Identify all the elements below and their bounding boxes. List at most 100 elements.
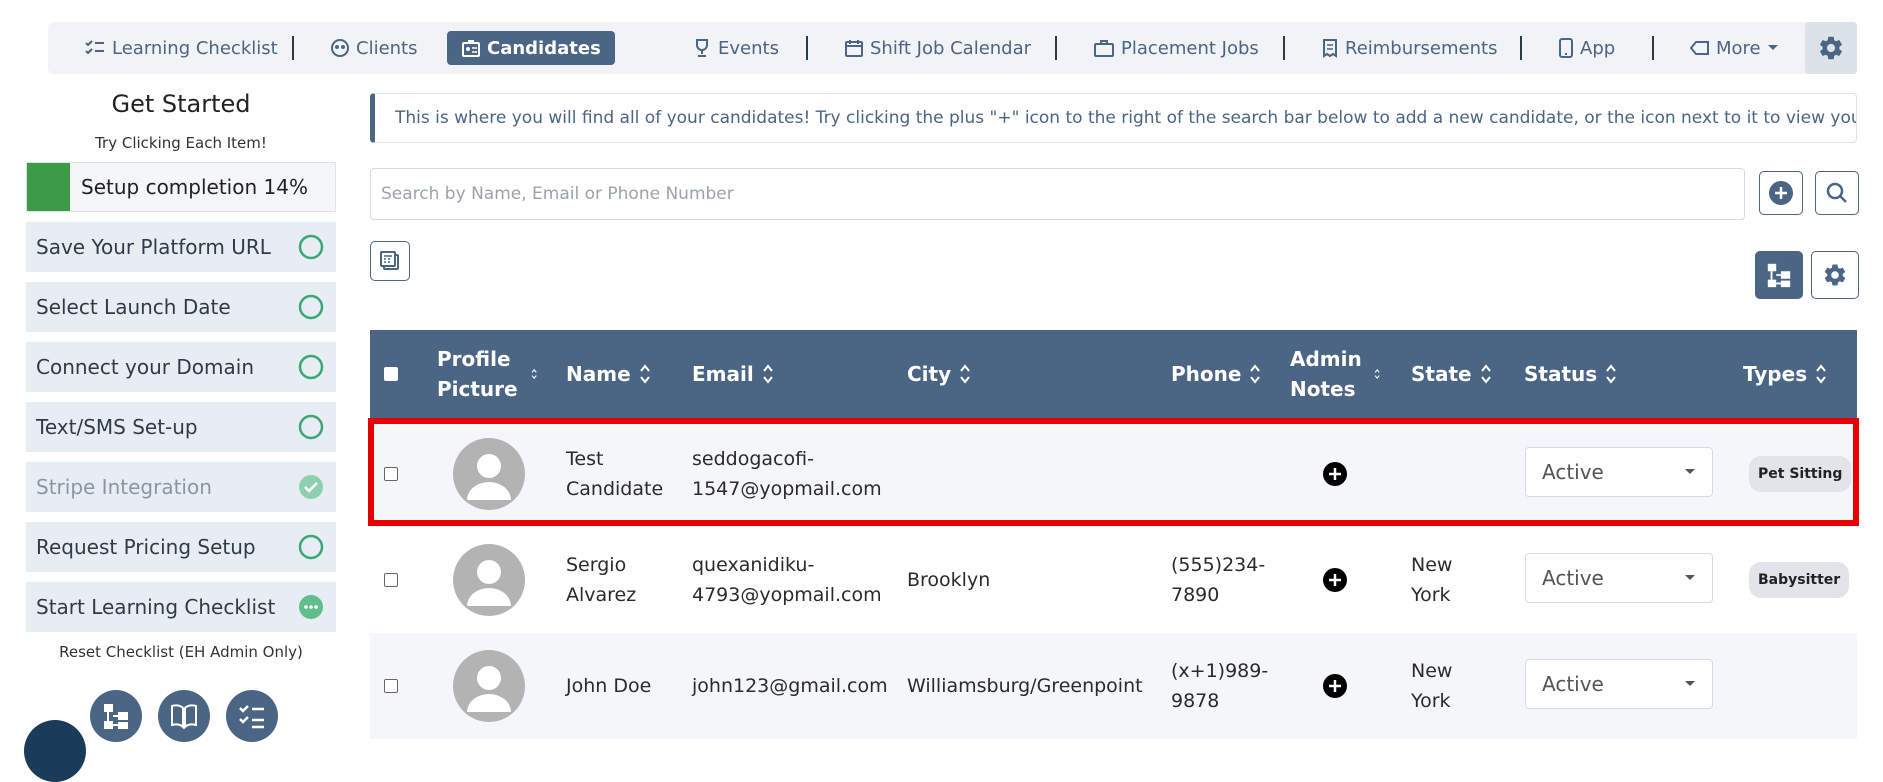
info-banner: This is where you will find all of your … <box>370 93 1857 143</box>
nav-divider <box>1055 36 1057 60</box>
status-select[interactable]: Active <box>1525 659 1713 709</box>
nav-label: Reimbursements <box>1345 37 1498 59</box>
row-checkbox[interactable] <box>384 573 398 587</box>
nav-label: Shift Job Calendar <box>870 37 1032 59</box>
candidate-name[interactable]: John Doe <box>566 671 651 701</box>
export-button[interactable] <box>370 241 410 281</box>
header-email[interactable]: Email <box>692 330 774 418</box>
row-checkbox[interactable] <box>384 679 398 693</box>
candidate-state: New York <box>1411 660 1453 712</box>
candidate-city: Brooklyn <box>907 569 991 591</box>
sidebar-subtitle: Try Clicking Each Item! <box>95 134 267 152</box>
checklist-item-launch-date[interactable]: Select Launch Date <box>26 282 336 332</box>
user-placeholder-icon <box>467 666 511 712</box>
sitemap-button[interactable] <box>90 690 142 742</box>
header-city[interactable]: City <box>907 330 971 418</box>
sort-icon <box>960 364 970 384</box>
header-profile-picture[interactable]: Profile Picture <box>437 330 537 418</box>
nav-label: Candidates <box>487 37 601 59</box>
table-row[interactable]: Test Candidate seddogacofi-1547@yopmail.… <box>370 421 1857 527</box>
gear-icon <box>1820 36 1842 60</box>
checklist-item-stripe[interactable]: Stripe Integration <box>26 462 336 512</box>
gear-icon <box>1824 264 1846 286</box>
calculator-icon <box>380 251 399 270</box>
select-all-checkbox-cell[interactable] <box>384 330 398 418</box>
chevron-down-icon <box>1767 45 1778 50</box>
candidate-email: quexanidiku-4793@yopmail.com <box>692 554 882 606</box>
add-note-button[interactable] <box>1322 527 1348 633</box>
mobile-icon <box>1559 38 1573 58</box>
nav-label: Learning Checklist <box>112 37 278 59</box>
candidate-name[interactable]: Test Candidate <box>566 444 676 504</box>
settings-button[interactable] <box>1805 22 1857 74</box>
checklist-item-label: Select Launch Date <box>36 295 231 319</box>
table-row[interactable]: Sergio Alvarez quexanidiku-4793@yopmail.… <box>370 527 1857 633</box>
nav-shift-job-calendar[interactable]: Shift Job Calendar <box>844 22 1031 74</box>
nav-candidates[interactable]: Candidates <box>447 31 615 65</box>
sidebar-title: Get Started <box>111 90 251 118</box>
setup-progress-bar: Setup completion 14% <box>26 162 336 212</box>
nav-label: App <box>1580 37 1616 59</box>
nav-label: Placement Jobs <box>1121 37 1259 59</box>
header-label: Types <box>1743 362 1808 386</box>
header-label: City <box>907 362 952 386</box>
type-badge: Babysitter <box>1749 562 1850 598</box>
checklist-item-sms-setup[interactable]: Text/SMS Set-up <box>26 402 336 452</box>
checklist-item-platform-url[interactable]: Save Your Platform URL <box>26 222 336 272</box>
header-admin-notes[interactable]: Admin Notes <box>1290 330 1380 418</box>
status-select[interactable]: Active <box>1525 447 1713 497</box>
caret-down-icon <box>1685 575 1695 580</box>
status-value: Active <box>1542 460 1604 484</box>
type-badge: Pet Sitting <box>1749 456 1852 492</box>
table-row[interactable]: John Doe john123@gmail.com Williamsburg/… <box>370 633 1857 739</box>
search-icon <box>1826 182 1847 203</box>
sitemap-icon <box>104 704 128 729</box>
nav-divider <box>1283 36 1285 60</box>
top-navbar: Learning Checklist Clients Candidates Ev… <box>48 22 1853 74</box>
user-placeholder-icon <box>467 560 511 606</box>
sort-icon <box>1374 368 1380 380</box>
candidate-search-input[interactable] <box>370 168 1745 220</box>
add-note-button[interactable] <box>1322 633 1348 739</box>
sort-icon <box>1816 364 1826 384</box>
nav-reimbursements[interactable]: Reimbursements <box>1321 22 1497 74</box>
guide-button[interactable] <box>158 690 210 742</box>
nav-more[interactable]: More <box>1690 22 1779 74</box>
checklist-item-pricing-setup[interactable]: Request Pricing Setup <box>26 522 336 572</box>
header-types[interactable]: Types <box>1743 330 1827 418</box>
header-state[interactable]: State <box>1411 330 1492 418</box>
sort-icon <box>1606 364 1616 384</box>
header-status[interactable]: Status <box>1524 330 1617 418</box>
header-phone[interactable]: Phone <box>1171 330 1261 418</box>
candidate-name[interactable]: Sergio Alvarez <box>566 550 676 610</box>
checklist-item-label: Stripe Integration <box>36 475 212 499</box>
table-settings-button[interactable] <box>1811 251 1859 299</box>
search-button[interactable] <box>1815 171 1859 215</box>
checklist-item-connect-domain[interactable]: Connect your Domain <box>26 342 336 392</box>
calendar-icon <box>845 40 863 57</box>
empty-circle-icon <box>298 354 324 380</box>
nav-learning-checklist[interactable]: Learning Checklist <box>84 22 278 74</box>
plus-circle-icon <box>1323 674 1347 698</box>
header-label: Status <box>1524 362 1598 386</box>
select-all-checkbox[interactable] <box>384 367 398 381</box>
checklist-icon <box>239 705 264 729</box>
reset-checklist-link[interactable]: Reset Checklist (EH Admin Only) <box>26 643 336 661</box>
nav-app[interactable]: App <box>1558 22 1615 74</box>
nav-clients[interactable]: Clients <box>330 22 418 74</box>
header-name[interactable]: Name <box>566 330 651 418</box>
progress-label: Setup completion 14% <box>81 175 308 199</box>
org-view-button[interactable] <box>1755 251 1803 299</box>
checklist-button[interactable] <box>226 690 278 742</box>
chat-widget-button[interactable] <box>24 720 86 782</box>
add-note-button[interactable] <box>1322 421 1348 527</box>
row-checkbox[interactable] <box>384 467 398 481</box>
sort-icon <box>639 364 650 384</box>
add-candidate-button[interactable] <box>1759 171 1803 215</box>
nav-events[interactable]: Events <box>692 22 779 74</box>
status-select[interactable]: Active <box>1525 553 1713 603</box>
avatar <box>453 650 525 722</box>
checklist-item-learning[interactable]: Start Learning Checklist <box>26 582 336 632</box>
nav-placement-jobs[interactable]: Placement Jobs <box>1093 22 1259 74</box>
header-label: State <box>1411 362 1472 386</box>
